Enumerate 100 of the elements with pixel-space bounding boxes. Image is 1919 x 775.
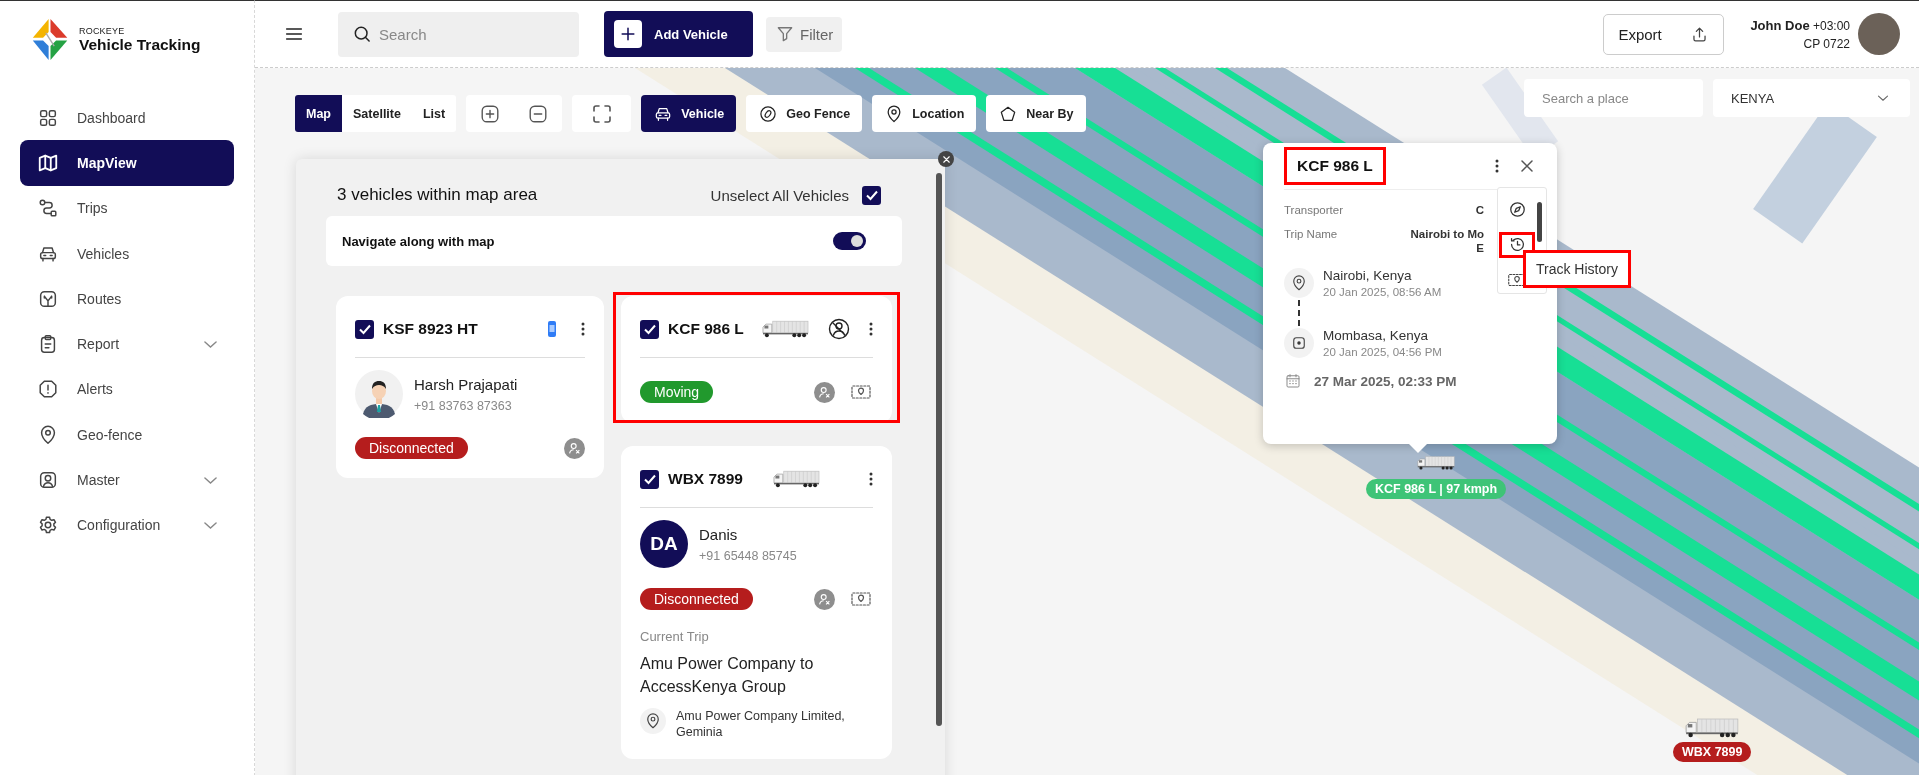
view-tab[interactable]: Map xyxy=(295,95,342,132)
geofence-icon xyxy=(758,103,779,124)
vehicle-marker-label: KCF 986 L | 97 kmph xyxy=(1366,479,1507,499)
destination-icon xyxy=(1290,334,1308,352)
person-icon xyxy=(818,385,831,399)
fullscreen-button[interactable] xyxy=(572,95,632,132)
brand-title: Vehicle Tracking xyxy=(79,35,201,54)
scrollbar[interactable] xyxy=(936,173,942,726)
driver-avatar: DA xyxy=(640,520,688,568)
trip-origin: Amu Power Company Limited, Geminia xyxy=(676,708,846,740)
trip-name: Amu Power Company to AccessKenya Group xyxy=(640,654,815,697)
view-tab[interactable]: List xyxy=(411,95,457,132)
truck-icon xyxy=(1685,716,1740,740)
navigate-toggle[interactable] xyxy=(833,232,866,250)
vehicle-plate: KSF 8923 HT xyxy=(383,320,478,338)
no-driver-icon xyxy=(826,317,851,341)
unselect-all-label: Unselect All Vehicles xyxy=(710,186,849,204)
scrollbar[interactable] xyxy=(1537,202,1542,242)
brand-company: ROCKEYE xyxy=(79,25,126,36)
vehicle-marker-label: WBX 7899 xyxy=(1673,742,1752,762)
field-label: Trip Name xyxy=(1284,228,1339,240)
layer-button[interactable]: Location xyxy=(872,95,977,132)
chevron-down-icon xyxy=(204,476,217,484)
filter-icon xyxy=(775,24,795,44)
alert-icon xyxy=(37,378,59,401)
field-value: C xyxy=(1474,204,1484,216)
field-value: Nairobi to Mo xyxy=(1409,228,1484,240)
add-vehicle-button[interactable]: Add Vehicle xyxy=(604,11,753,57)
status-badge: Disconnected xyxy=(640,588,753,610)
assign-driver-button[interactable] xyxy=(814,588,835,610)
vehicle-checkbox[interactable] xyxy=(355,319,374,339)
track-history-button[interactable] xyxy=(1499,232,1535,258)
user-icon xyxy=(37,469,59,491)
person-icon xyxy=(568,441,581,455)
route-connector xyxy=(1298,300,1300,326)
assign-driver-button[interactable] xyxy=(564,437,585,459)
sidebar-item[interactable]: Routes xyxy=(20,276,234,322)
vehicle-plate: KCF 986 L xyxy=(668,320,744,338)
stop-time: 20 Jan 2025, 04:56 PM xyxy=(1323,346,1442,358)
user-timezone: +03:00 xyxy=(1811,18,1850,33)
country-dropdown[interactable]: KENYA xyxy=(1713,79,1910,117)
layer-button[interactable]: Geo Fence xyxy=(746,95,863,132)
user-name: John Doe xyxy=(1750,17,1810,33)
phone-icon xyxy=(547,320,557,338)
view-tab[interactable]: Satellite xyxy=(342,95,412,132)
location-pin-icon xyxy=(644,712,662,730)
location-pin-icon xyxy=(1290,274,1308,292)
driver-avatar xyxy=(355,370,403,418)
compass-icon xyxy=(1507,200,1527,220)
popup-title: KCF 986 L xyxy=(1284,147,1386,185)
status-badge: Disconnected xyxy=(355,437,468,459)
search-field[interactable]: Search xyxy=(338,11,579,57)
chevron-down-icon xyxy=(204,521,217,529)
export-button[interactable]: Export xyxy=(1603,13,1725,55)
sidebar-item[interactable]: Trips xyxy=(20,185,234,231)
unselect-all-checkbox[interactable] xyxy=(862,185,881,205)
vehicle-plate: WBX 7899 xyxy=(668,470,743,488)
trip-label: Current Trip xyxy=(640,629,710,644)
sidebar-item[interactable]: Master xyxy=(20,457,234,503)
truck-icon xyxy=(772,470,820,488)
filter-button[interactable]: Filter xyxy=(766,16,843,52)
status-badge: Moving xyxy=(640,381,714,403)
sidebar-item[interactable]: Vehicles xyxy=(20,230,234,277)
layer-button[interactable]: Vehicle xyxy=(641,95,737,132)
navigate-label: Navigate along with map xyxy=(342,233,495,249)
vehicle-checkbox[interactable] xyxy=(640,469,659,489)
driver-phone: +91 83763 87363 xyxy=(414,398,513,413)
sidebar-item[interactable]: Geo-fence xyxy=(20,412,234,458)
sidebar-item[interactable]: Report xyxy=(20,321,234,367)
field-label: Transporter xyxy=(1284,204,1343,216)
sidebar-item[interactable]: MapView xyxy=(20,140,234,186)
date-text: 27 Mar 2025, 02:33 PM xyxy=(1314,373,1457,389)
more-options-icon[interactable] xyxy=(581,322,585,336)
assign-driver-button[interactable] xyxy=(814,381,835,403)
tooltip: Track History xyxy=(1526,253,1628,285)
layer-button[interactable]: Near By xyxy=(986,95,1086,132)
route-icon xyxy=(37,197,59,220)
sidebar-item[interactable]: Configuration xyxy=(20,502,234,548)
stop-time: 20 Jan 2025, 08:56 AM xyxy=(1323,286,1442,298)
field-value: E xyxy=(1475,242,1484,254)
panel-title: 3 vehicles within map area xyxy=(337,185,538,205)
more-options-icon[interactable] xyxy=(869,322,873,336)
sidebar-item[interactable]: Alerts xyxy=(20,366,234,413)
chevron-down-icon xyxy=(204,340,217,348)
vehicle-checkbox[interactable] xyxy=(640,319,659,339)
driver-name: Harsh Prajapati xyxy=(414,375,518,393)
sidebar-item[interactable]: Dashboard xyxy=(20,95,234,141)
person-icon xyxy=(818,592,831,606)
user-code: CP 0722 xyxy=(1803,36,1850,51)
calendar-icon xyxy=(1284,372,1302,390)
driver-name: Danis xyxy=(699,525,739,543)
place-search-field[interactable]: Search a place xyxy=(1524,79,1703,117)
close-icon xyxy=(940,153,952,165)
driver-phone: +91 65448 85745 xyxy=(699,548,797,563)
user-avatar xyxy=(1858,13,1900,55)
more-options-icon[interactable] xyxy=(1495,159,1499,173)
truck-icon xyxy=(761,320,809,338)
stop-place: Mombasa, Kenya xyxy=(1323,328,1430,343)
more-options-icon[interactable] xyxy=(869,472,873,486)
stop-place: Nairobi, Kenya xyxy=(1323,268,1413,283)
